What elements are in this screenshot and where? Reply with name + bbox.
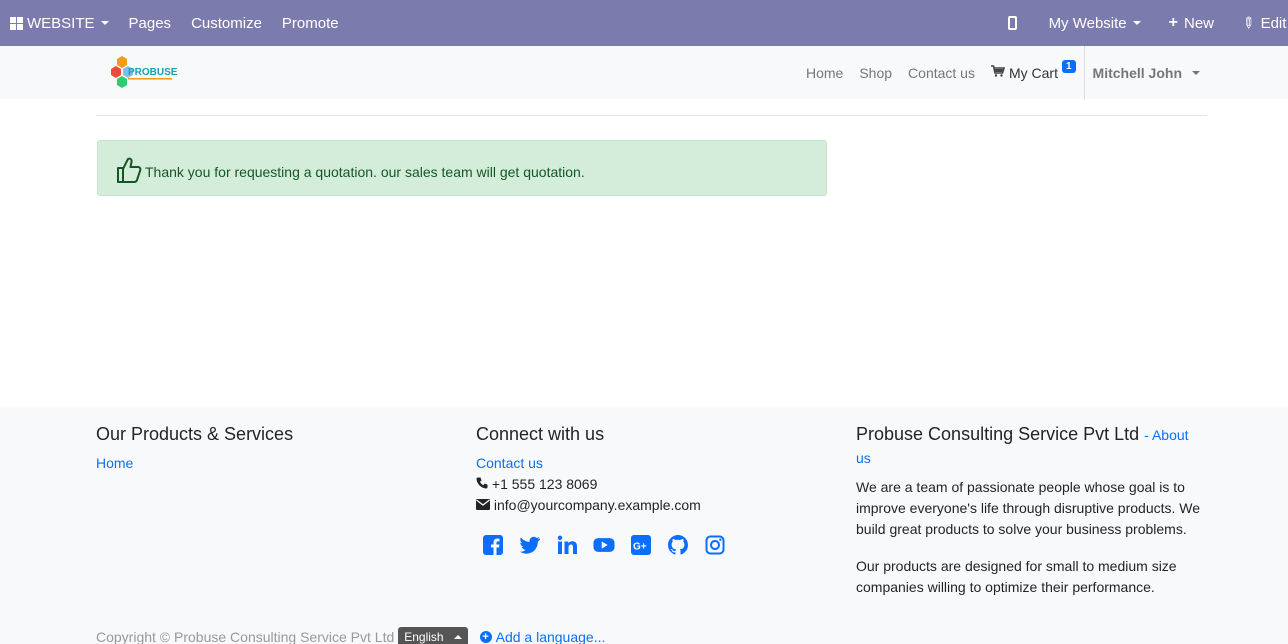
- cart-count-badge: 1: [1061, 60, 1076, 73]
- facebook-icon[interactable]: [482, 534, 504, 556]
- about-separator: -: [1144, 427, 1152, 443]
- twitter-icon[interactable]: [519, 534, 541, 556]
- language-selector[interactable]: English: [398, 627, 468, 644]
- my-website-menu[interactable]: My Website: [1039, 0, 1159, 46]
- cart-label: My Cart: [1008, 64, 1058, 81]
- social-links: G+: [476, 534, 741, 556]
- chevron-down-icon: [100, 21, 109, 25]
- new-button[interactable]: + New: [1159, 0, 1232, 46]
- company-name: Probuse Consulting Service Pvt Ltd: [856, 424, 1140, 444]
- copyright-bar: Copyright © Probuse Consulting Service P…: [96, 627, 605, 644]
- nav-contact-us[interactable]: Contact us: [900, 65, 983, 81]
- plus-circle-icon: +: [479, 631, 492, 643]
- nav-home[interactable]: Home: [798, 65, 851, 81]
- footer-contact-link[interactable]: Contact us: [476, 453, 543, 474]
- company-description-2: Our products are designed for small to m…: [856, 558, 1177, 595]
- user-menu[interactable]: Mitchell John: [1083, 46, 1208, 99]
- edit-button[interactable]: ✎ Edit: [1232, 0, 1288, 46]
- site-navbar: PROBUSE Home Shop Contact us My Cart 1 M…: [0, 46, 1288, 99]
- google-plus-icon[interactable]: G+: [630, 534, 652, 556]
- phone-icon: [476, 476, 492, 492]
- mobile-phone-icon: [1007, 16, 1017, 30]
- nav-my-cart[interactable]: My Cart 1: [983, 60, 1084, 81]
- user-name: Mitchell John: [1092, 64, 1182, 81]
- website-menu-label: WEBSITE: [27, 14, 95, 32]
- footer-company-column: Probuse Consulting Service Pvt Ltd - Abo…: [856, 423, 1206, 614]
- admin-toolbar: WEBSITE Pages Customize Promote My Websi…: [0, 0, 1288, 46]
- chevron-up-icon: [453, 635, 462, 639]
- apps-grid-icon: [10, 16, 23, 30]
- new-label: New: [1183, 14, 1214, 32]
- footer-home-link[interactable]: Home: [96, 453, 133, 474]
- svg-text:G+: G+: [633, 542, 647, 553]
- footer-connect-column: Connect with us Contact us +1 555 123 80…: [476, 423, 741, 556]
- youtube-icon[interactable]: [593, 534, 615, 556]
- footer: Our Products & Services Home Connect wit…: [0, 407, 1288, 644]
- company-description-1: We are a team of passionate people whose…: [856, 479, 1201, 537]
- envelope-icon: [476, 497, 494, 513]
- phone-line: +1 555 123 8069: [476, 474, 741, 495]
- plus-icon: +: [1168, 14, 1178, 31]
- logo-wordmark: PROBUSE: [128, 67, 178, 78]
- language-label: English: [404, 630, 444, 644]
- alert-message: Thank you for requesting a quotation. ou…: [145, 164, 585, 180]
- add-language-label: Add a language...: [495, 629, 606, 644]
- pencil-icon: ✎: [1237, 12, 1259, 34]
- github-icon[interactable]: [667, 534, 689, 556]
- website-menu[interactable]: WEBSITE: [0, 0, 119, 46]
- customize-menu[interactable]: Customize: [181, 0, 272, 46]
- add-language-link[interactable]: + Add a language...: [479, 629, 606, 644]
- linkedin-icon[interactable]: [556, 534, 578, 556]
- promote-menu[interactable]: Promote: [272, 0, 349, 46]
- thumbs-up-icon: [116, 156, 142, 184]
- footer-products-column: Our Products & Services Home: [96, 423, 293, 474]
- email-address: info@yourcompany.example.com: [493, 497, 701, 513]
- company-heading: Probuse Consulting Service Pvt Ltd - Abo…: [856, 423, 1206, 469]
- chevron-down-icon: [1192, 70, 1200, 75]
- copyright-text: Copyright © Probuse Consulting Service P…: [96, 629, 395, 644]
- divider: [96, 115, 1207, 116]
- nav-shop[interactable]: Shop: [851, 65, 900, 81]
- connect-heading: Connect with us: [476, 424, 605, 444]
- shopping-cart-icon: [990, 65, 1006, 80]
- company-logo[interactable]: PROBUSE: [108, 54, 180, 90]
- email-line: info@yourcompany.example.com: [476, 495, 741, 516]
- pages-menu[interactable]: Pages: [119, 0, 182, 46]
- phone-number: +1 555 123 8069: [491, 476, 598, 492]
- instagram-icon[interactable]: [704, 534, 726, 556]
- mobile-preview-button[interactable]: [994, 0, 1039, 46]
- edit-label: Edit: [1260, 14, 1287, 32]
- chevron-down-icon: [1132, 21, 1141, 25]
- products-heading: Our Products & Services: [96, 424, 294, 444]
- success-alert: Thank you for requesting a quotation. ou…: [97, 140, 827, 196]
- my-website-label: My Website: [1048, 14, 1127, 32]
